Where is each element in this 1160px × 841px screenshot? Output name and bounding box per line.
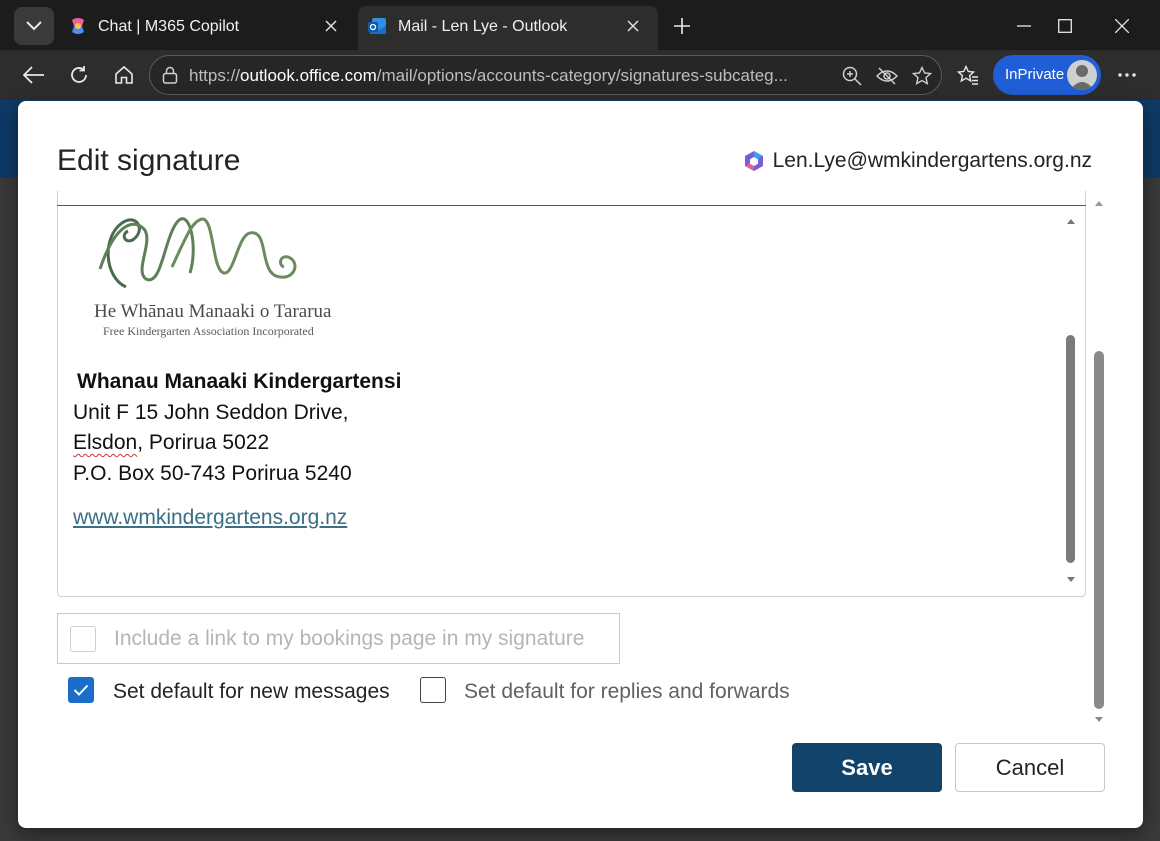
- checkmark-icon: [73, 684, 89, 696]
- edit-signature-dialog: Edit signature Len.Lye@wmkindergartens.o…: [18, 101, 1143, 828]
- zoom-icon[interactable]: [840, 64, 864, 88]
- account-email: Len.Lye@wmkindergartens.org.nz: [772, 149, 1092, 172]
- tracking-prevention-icon[interactable]: [875, 64, 899, 88]
- plus-icon: [674, 18, 690, 34]
- inprivate-profile-button[interactable]: InPrivate: [993, 55, 1101, 95]
- account-selector[interactable]: Len.Lye@wmkindergartens.org.nz: [743, 149, 1092, 173]
- close-icon: [1115, 19, 1129, 33]
- editor-divider: [57, 205, 1086, 206]
- bookings-link-checkbox[interactable]: [70, 626, 96, 652]
- avatar: [1067, 60, 1097, 90]
- dialog-scrollbar-thumb[interactable]: [1094, 351, 1104, 709]
- url-host: outlook.office.com: [240, 66, 377, 85]
- bookings-link-option: Include a link to my bookings page in my…: [57, 613, 620, 664]
- outlook-icon: [368, 18, 386, 34]
- tab-outlook[interactable]: Mail - Len Lye - Outlook: [358, 6, 658, 50]
- dialog-scroll-down-arrow[interactable]: [1094, 715, 1104, 725]
- back-button[interactable]: [19, 60, 49, 90]
- signature-website-link[interactable]: www.wmkindergartens.org.nz: [73, 506, 347, 530]
- dialog-scroll-up-arrow[interactable]: [1094, 198, 1104, 208]
- home-button[interactable]: [109, 60, 139, 90]
- default-replies-checkbox[interactable]: [420, 677, 446, 703]
- home-icon: [115, 65, 133, 84]
- close-window-button[interactable]: [1102, 10, 1142, 42]
- settings-more-button[interactable]: [1112, 60, 1142, 90]
- misspelled-word[interactable]: Elsdon: [73, 431, 137, 454]
- url-prefix: https://: [189, 66, 241, 85]
- default-replies-label[interactable]: Set default for replies and forwards: [464, 680, 790, 704]
- signature-name: Whanau Manaaki Kindergartensi: [77, 370, 402, 393]
- tab-copilot[interactable]: Chat | M365 Copilot: [58, 6, 356, 50]
- maximize-button[interactable]: [1045, 10, 1085, 42]
- url-text[interactable]: https://outlook.office.com/mail/options/…: [189, 66, 829, 86]
- new-tab-button[interactable]: [668, 12, 696, 40]
- back-arrow-icon: [23, 66, 44, 84]
- close-icon[interactable]: [320, 15, 342, 37]
- minimize-button[interactable]: [1004, 10, 1044, 42]
- maximize-icon: [1058, 19, 1072, 33]
- browser-toolbar: https://outlook.office.com/mail/options/…: [0, 50, 1160, 100]
- bookings-link-label: Include a link to my bookings page in my…: [114, 627, 585, 650]
- tab-actions-menu-button[interactable]: [14, 7, 54, 45]
- favorites-icon: [957, 65, 978, 85]
- signature-body[interactable]: Whanau Manaaki Kindergartensi Unit F 15 …: [73, 367, 401, 489]
- save-button[interactable]: Save: [792, 743, 942, 792]
- tab-title: Chat | M365 Copilot: [98, 18, 240, 35]
- editor-scrollbar-thumb[interactable]: [1066, 335, 1075, 563]
- copilot-icon: [72, 18, 84, 34]
- signature-address-line-2: Elsdon, Porirua 5022: [73, 431, 270, 454]
- refresh-button[interactable]: [64, 60, 94, 90]
- editor-scroll-down-arrow[interactable]: [1066, 575, 1076, 585]
- refresh-icon: [71, 66, 87, 83]
- default-new-messages-checkbox[interactable]: [68, 677, 94, 703]
- tab-title: Mail - Len Lye - Outlook: [398, 18, 568, 35]
- m365-account-icon: [744, 151, 763, 171]
- minimize-icon: [1017, 25, 1031, 27]
- organization-logo: He Whānau Manaaki o Tararua Free Kinderg…: [94, 217, 332, 338]
- tab-bar: Chat | M365 Copilot Mail - Len Lye - Out…: [0, 0, 1160, 50]
- chevron-down-icon: [26, 21, 42, 31]
- cancel-button[interactable]: Cancel: [955, 743, 1105, 792]
- favorite-star-icon[interactable]: [910, 64, 934, 88]
- editor-scroll-up-arrow[interactable]: [1066, 216, 1076, 226]
- signature-address-line-3: P.O. Box 50-743 Porirua 5240: [73, 461, 352, 485]
- logo-line-1: He Whānau Manaaki o Tararua: [94, 301, 332, 322]
- logo-line-2: Free Kindergarten Association Incorporat…: [103, 324, 314, 338]
- url-path: /mail/options/accounts-category/signatur…: [376, 66, 788, 85]
- dialog-title: Edit signature: [57, 144, 241, 177]
- address-bar[interactable]: https://outlook.office.com/mail/options/…: [149, 55, 942, 95]
- default-new-messages-label[interactable]: Set default for new messages: [113, 680, 390, 704]
- signature-address-line-1: Unit F 15 John Seddon Drive,: [73, 400, 349, 424]
- close-icon[interactable]: [622, 15, 644, 37]
- lock-icon[interactable]: [162, 66, 178, 84]
- favorites-button[interactable]: [953, 60, 983, 90]
- inprivate-label: InPrivate: [1005, 66, 1065, 83]
- more-icon: [1118, 73, 1136, 77]
